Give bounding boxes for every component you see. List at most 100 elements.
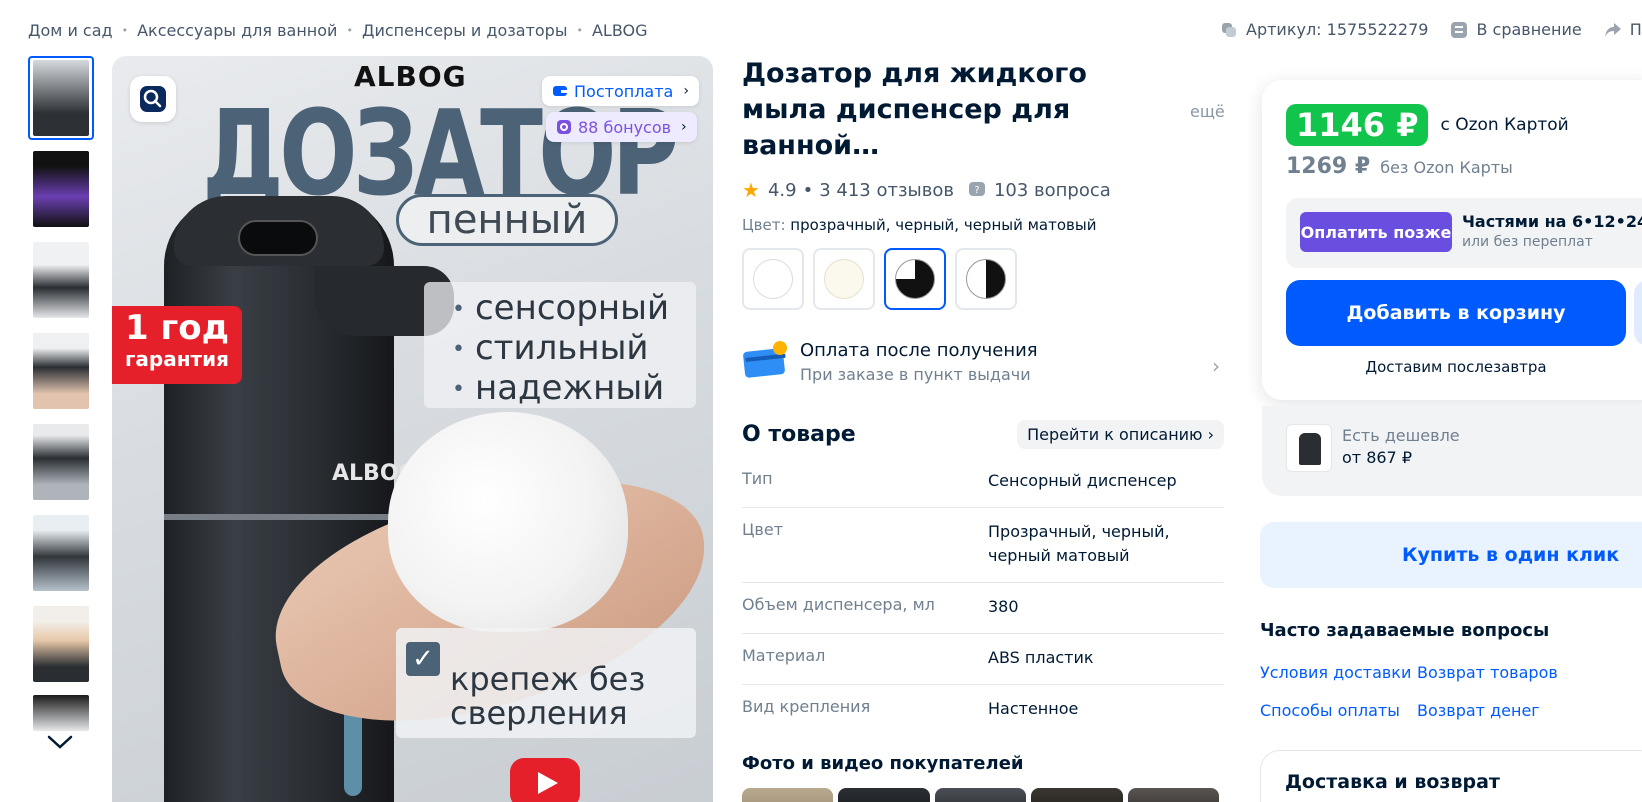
breadcrumb-item[interactable]: Диспенсеры и дозаторы [362, 21, 568, 40]
delivery-date: Доставим послезавтра [1365, 358, 1547, 376]
foam-illustration [388, 412, 628, 632]
about-title: О товаре [742, 422, 856, 447]
customer-photos-title: Фото и видео покупателей [742, 753, 1024, 774]
breadcrumb-item[interactable]: ALBOG [592, 21, 648, 40]
go-to-description-button[interactable]: Перейти к описанию › [1017, 420, 1224, 449]
delivery-return-title: Доставка и возврат [1285, 771, 1500, 793]
questions-count: 103 вопроса [993, 179, 1111, 201]
top-meta-bar: Артикул: 1575522279 В сравнение Под [1220, 20, 1642, 39]
question-icon: ? [968, 182, 985, 196]
spec-row: Цвет Прозрачный, черный, черный матовый [742, 508, 1224, 583]
pay-after-receipt[interactable]: Оплата после получения При заказе в пунк… [742, 340, 1224, 384]
spec-row: Вид крепления Настенное [742, 697, 1079, 718]
image-search-button[interactable] [130, 76, 176, 122]
feature-item: • надежный [452, 368, 665, 408]
swatch-cream[interactable] [813, 248, 875, 310]
svg-text:?: ? [974, 185, 979, 196]
price-with-card: 1146 ₽ с Ozon Картой [1286, 104, 1569, 146]
installments-title: Частями на 6•12•24 м [1462, 212, 1642, 231]
cheaper-offer[interactable]: Есть дешевле от 867 ₽ [1262, 406, 1642, 496]
customer-photo[interactable] [1031, 788, 1123, 802]
feature-item: • сенсорный [452, 288, 670, 328]
title-more-link[interactable]: ещё [1190, 102, 1225, 121]
thumbnail[interactable] [28, 329, 94, 413]
thumbnail[interactable] [28, 238, 94, 322]
copy-icon [1222, 22, 1236, 37]
spec-row: Объем диспенсера, мл 380 [742, 583, 1224, 634]
thumbnail-list [28, 56, 94, 740]
thumbnail[interactable] [28, 420, 94, 504]
breadcrumb-item[interactable]: Аксессуары для ванной [137, 21, 337, 40]
color-selected: Цвет: прозрачный, черный, черный матовый [742, 216, 1097, 234]
swatch-multi[interactable] [884, 248, 946, 310]
spec-row: Материал ABS пластик [742, 634, 1224, 685]
add-to-cart-button[interactable]: Добавить в корзину [1286, 280, 1626, 346]
breadcrumb: Дом и сад • Аксессуары для ванной • Дисп… [28, 21, 648, 40]
article-copy[interactable]: Артикул: 1575522279 [1220, 20, 1428, 39]
thumbnail[interactable] [28, 147, 94, 231]
rating-value: 4.9 [767, 179, 797, 201]
pay-later-button[interactable]: Оплатить позже [1300, 212, 1452, 252]
faq-link[interactable]: Условия доставки [1260, 663, 1411, 682]
article-number: Артикул: 1575522279 [1246, 20, 1429, 39]
faq-link[interactable]: Возврат товаров [1417, 663, 1558, 682]
breadcrumb-item[interactable]: Дом и сад [28, 21, 113, 40]
about-header: О товаре Перейти к описанию › [742, 420, 1224, 449]
faq-link[interactable]: Способы оплаты [1260, 701, 1400, 720]
guarantee-badge: 1 год гарантия [112, 306, 242, 384]
thumbnail[interactable] [28, 602, 94, 686]
image-subtitle: пенный [396, 194, 618, 246]
chevron-right-icon: › [1212, 354, 1220, 378]
questions-link[interactable]: ? 103 вопроса [968, 180, 1111, 201]
product-info: Дозатор для жидкого мыла диспенсер для в… [742, 56, 1225, 802]
price-regular-value: 1269 ₽ [1286, 154, 1371, 179]
price-without-card: 1269 ₽ без Ozon Карты [1286, 154, 1513, 179]
swatch-transparent[interactable] [742, 248, 804, 310]
cheaper-label: Есть дешевле [1342, 426, 1460, 445]
share-button[interactable]: Под [1604, 20, 1642, 39]
customer-photo[interactable] [742, 788, 834, 802]
swatch-black-matte[interactable] [955, 248, 1017, 310]
card-icon [743, 341, 787, 378]
star-icon: ★ [742, 178, 760, 202]
faq-link[interactable]: Возврат денег [1417, 701, 1540, 720]
cheaper-price: от 867 ₽ [1342, 448, 1412, 467]
customer-photos [742, 788, 1224, 802]
clamp-text: крепеж без сверления [450, 660, 646, 732]
price-card-value: 1146 ₽ [1286, 104, 1429, 146]
buy-one-click-button[interactable]: Купить в один клик [1260, 522, 1642, 588]
reviews-count[interactable]: 3 413 отзывов [819, 180, 954, 201]
compare-button[interactable]: В сравнение [1450, 20, 1582, 39]
spec-table: Тип Сенсорный диспенсер Цвет Прозрачный, ч… [742, 457, 1224, 735]
spec-row: Тип Сенсорный диспенсер [742, 457, 1224, 508]
breadcrumb-separator: • [576, 24, 583, 37]
share-label: Под [1629, 20, 1642, 39]
product-title: Дозатор для жидкого мыла диспенсер для в… [742, 58, 1087, 161]
rating-row[interactable]: ★ 4.9 • 3 413 отзывов ? 103 вопроса [742, 178, 1224, 202]
feature-item: • стильный [452, 328, 649, 368]
video-play-icon[interactable] [510, 758, 580, 802]
pay-after-title: Оплата после получения [800, 340, 1038, 361]
share-icon [1604, 22, 1621, 37]
pay-after-subtitle: При заказе в пункт выдачи [800, 365, 1031, 384]
lens-icon [140, 86, 166, 112]
cheaper-product-thumb [1286, 424, 1332, 472]
main-product-image[interactable]: ALBOG ДОЗАТОР пенный ALBOG • сенсорный • с… [112, 56, 713, 802]
thumbnail[interactable] [28, 693, 94, 733]
price-card-label: с Ozon Картой [1440, 115, 1569, 135]
customer-photo[interactable] [934, 788, 1027, 802]
bonus-icon [557, 120, 571, 134]
customer-photo[interactable] [838, 788, 930, 802]
thumbnail[interactable] [28, 56, 94, 140]
price-box: 1146 ₽ с Ozon Картой 1269 ₽ без Ozon Кар… [1262, 80, 1642, 400]
compare-icon [1451, 21, 1468, 38]
thumbnail[interactable] [28, 511, 94, 595]
delivery-return-card[interactable]: Доставка и возврат [1260, 750, 1642, 802]
breadcrumb-separator: • [346, 24, 353, 37]
favorite-button[interactable] [1634, 280, 1642, 346]
bonus-badge[interactable]: 88 бонусов › [546, 112, 697, 142]
chevron-down-icon[interactable] [46, 733, 74, 751]
postpay-badge[interactable]: Постоплата › [542, 76, 699, 106]
faq-title: Часто задаваемые вопросы [1260, 620, 1550, 641]
customer-photo[interactable] [1127, 788, 1220, 802]
